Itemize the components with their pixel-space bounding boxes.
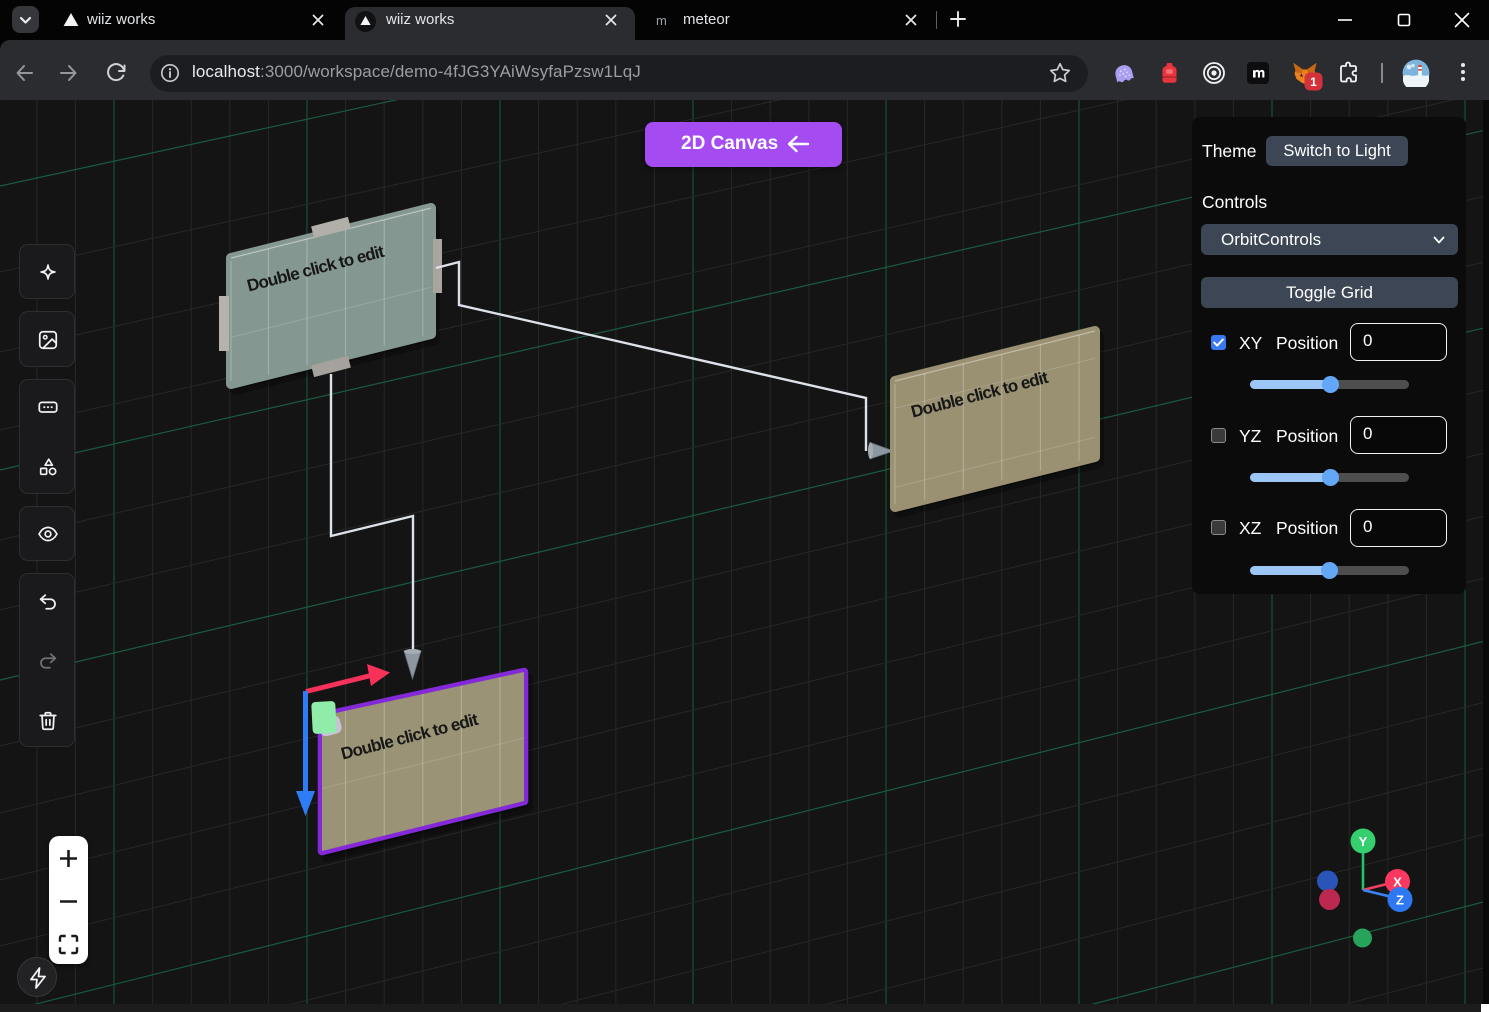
- svg-text:Z: Z: [1396, 893, 1404, 908]
- svg-text:1: 1: [1310, 75, 1317, 89]
- svg-text:Y: Y: [1359, 834, 1368, 849]
